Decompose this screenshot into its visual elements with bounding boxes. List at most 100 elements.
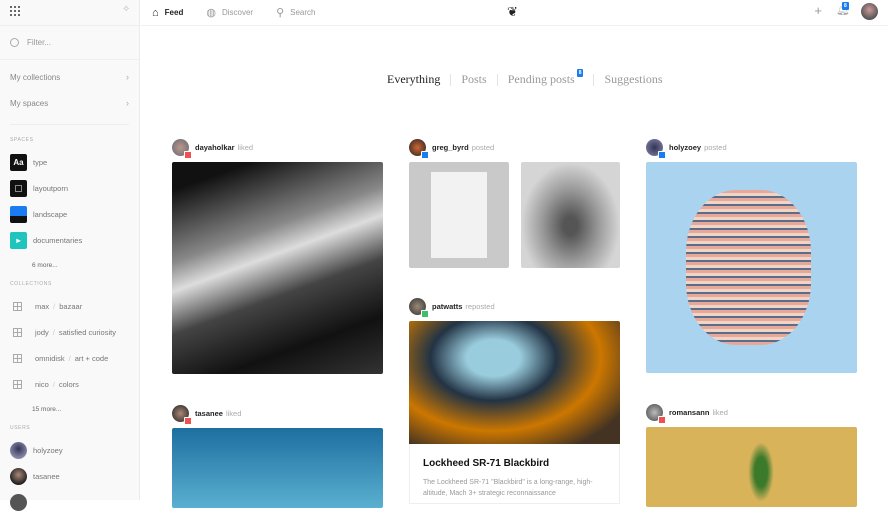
space-label: landscape [33,209,68,219]
avatar[interactable] [646,139,666,159]
users-heading: USERS [10,425,31,431]
my-spaces-link[interactable]: My spaces › [0,90,139,116]
username[interactable]: greg_byrd [432,143,469,152]
discover-label: Discover [221,8,254,17]
spaces-heading: SPACES [10,137,34,143]
username[interactable]: holyzoey [669,143,701,152]
sidebar: ✧ Filter... My collections › My spaces › S… [0,0,140,511]
collection-user: max [35,301,50,311]
collection-icon [13,379,22,389]
username[interactable]: patwatts [432,302,462,311]
user-label: holyzoey [33,445,63,455]
collection-name: bazaar [59,301,83,311]
filter-placeholder: Filter... [27,38,52,47]
space-label: documentaries [33,235,83,245]
tab-posts[interactable]: Posts [451,72,496,87]
avatar[interactable] [172,405,192,425]
feed-image-trees[interactable] [521,162,620,268]
action: posted [704,143,727,152]
feed-image-astronaut[interactable] [409,321,620,444]
avatar[interactable] [646,404,666,424]
notifications-badge: 8 [842,2,849,10]
tab-suggestions[interactable]: Suggestions [594,72,672,87]
type-space-icon: Aa [10,153,27,171]
action: liked [225,409,242,418]
collection-user: jody [35,327,49,337]
tab-label: Pending posts [507,72,575,86]
avatar [10,467,27,485]
avatar[interactable] [409,139,429,159]
article-card[interactable]: Lockheed SR-71 Blackbird The Lockheed SR-… [409,444,620,504]
apps-grid-icon[interactable] [9,5,20,16]
username[interactable]: romansann [669,408,709,417]
collection-item[interactable]: max / bazaar [0,293,139,319]
spaces-more-link[interactable]: 6 more... [0,253,139,277]
heart-icon [184,151,192,159]
my-spaces-label: My spaces [10,98,49,108]
space-layoutporn[interactable]: layoutporn [0,175,139,201]
chevron-right-icon: › [126,72,129,82]
pin-icon[interactable]: ✧ [122,4,130,15]
collection-user: nico [35,379,49,389]
feed-label: Feed [164,8,184,17]
user-item[interactable] [0,489,139,515]
space-type[interactable]: Aa type [0,149,139,175]
collection-icon [13,353,22,363]
collection-user: omnidisk [35,353,65,363]
collection-item[interactable]: omnidisk / art + code [0,345,139,371]
collections-heading: COLLECTIONS [10,281,52,287]
filter-input[interactable]: Filter... [0,26,139,60]
feed-image-pencils[interactable] [646,162,857,373]
landscape-space-icon [10,205,27,223]
logo-icon[interactable]: ❦ [507,4,518,20]
collection-item[interactable]: nico / colors [0,371,139,397]
search-icon [10,38,19,47]
notifications-button[interactable]: 🔔︎ 8 [836,2,850,16]
layout-space-icon [10,179,27,197]
tab-everything[interactable]: Everything [387,72,450,87]
my-collections-link[interactable]: My collections › [0,64,139,90]
add-icon[interactable]: + [814,3,822,18]
collection-name: art + code [74,353,109,363]
avatar [10,493,27,511]
nav-search[interactable]: ⚲ Search [276,6,315,19]
search-label: Search [290,8,316,17]
space-label: type [33,157,48,167]
user-avatar[interactable] [861,3,878,20]
user-label: tasanee [33,471,60,481]
collection-name: satisfied curiosity [58,327,116,337]
feed-item-header: patwatts reposted [409,298,495,318]
divider [10,124,129,125]
feed-item-header: romansann liked [646,404,728,424]
feed-image-tv-poster[interactable] [409,162,509,268]
avatar [10,441,27,459]
tab-pending-posts[interactable]: Pending posts 8 [498,69,594,87]
action: posted [471,143,495,152]
avatar[interactable] [409,298,429,318]
collection-item[interactable]: jody / satisfied curiosity [0,319,139,345]
repost-icon [421,310,429,318]
action: liked [712,408,728,417]
user-item[interactable]: tasanee [0,463,139,489]
home-icon: ⌂ [152,6,159,19]
space-documentaries[interactable]: ▸ documentaries [0,227,139,253]
nav-discover[interactable]: ◍ Discover [206,6,253,19]
username[interactable]: tasanee [195,409,223,418]
collections-more-link[interactable]: 15 more... [0,397,139,421]
feed-image-plant[interactable] [646,427,857,507]
feed-image-airplane[interactable] [172,162,383,374]
post-icon [421,151,429,159]
feed-tabs: Everything Posts Pending posts 8 Suggesti… [387,69,673,87]
user-item[interactable]: holyzoey [0,437,139,463]
username[interactable]: dayaholkar [195,143,235,152]
collection-name: colors [58,379,79,389]
video-space-icon: ▸ [10,231,27,249]
feed-item-header: greg_byrd posted [409,139,495,159]
article-title: Lockheed SR-71 Blackbird [423,458,550,469]
space-landscape[interactable]: landscape [0,201,139,227]
nav-feed[interactable]: ⌂ Feed [152,7,183,19]
feed-image[interactable] [172,428,383,508]
globe-icon: ◍ [206,7,216,19]
collection-icon [13,301,22,311]
avatar[interactable] [172,139,192,159]
